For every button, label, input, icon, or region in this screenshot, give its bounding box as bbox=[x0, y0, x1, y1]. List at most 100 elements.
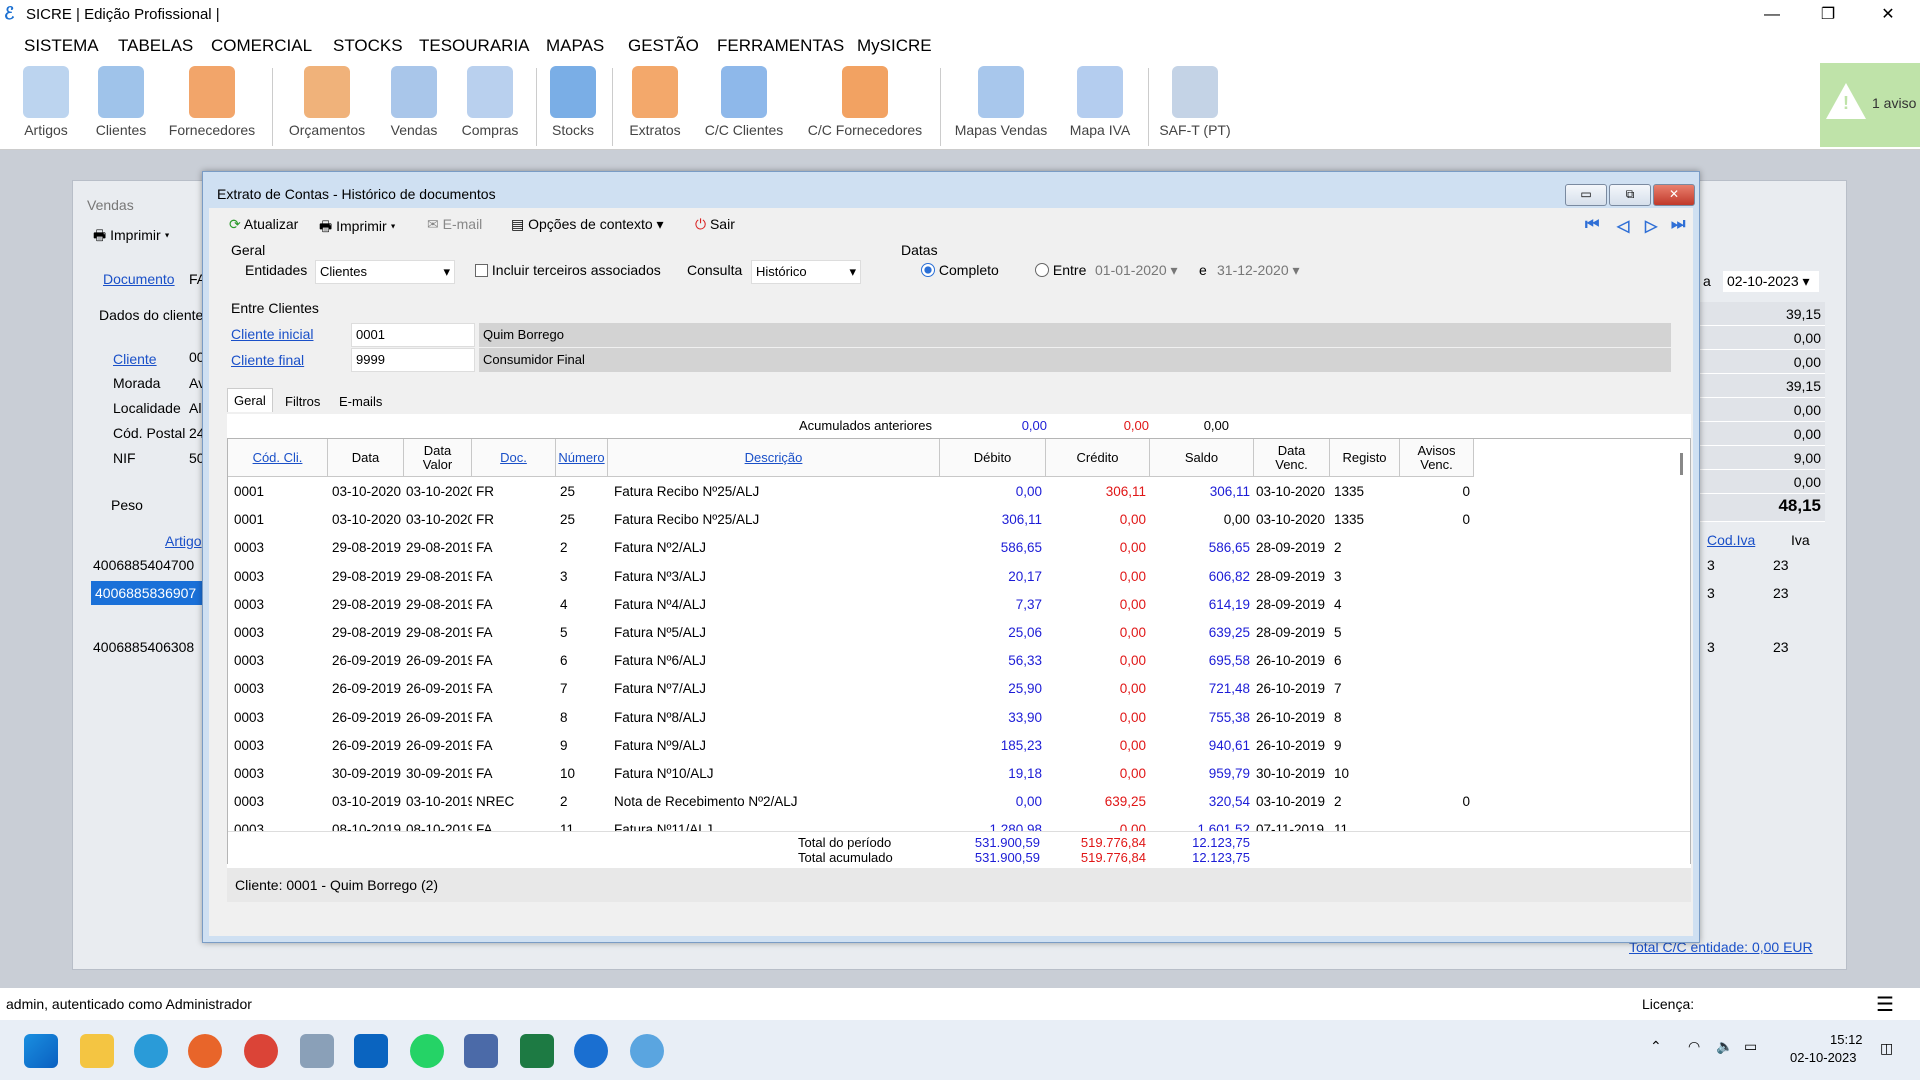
table-row[interactable]: 0003 26-09-2019 26-09-2019 FA 8 Fatura Nº8/AL… bbox=[228, 705, 1492, 733]
col-debito[interactable]: Débito bbox=[940, 439, 1046, 477]
ribbon-mapas-vendas-button[interactable]: Mapas Vendas bbox=[950, 66, 1052, 138]
ribbon-stocks-button[interactable]: Stocks bbox=[546, 66, 600, 138]
ribbon-vendas-button[interactable]: Vendas bbox=[384, 66, 444, 138]
data-inicio-field[interactable]: 01-01-2020 ▾ bbox=[1095, 262, 1178, 279]
table-row[interactable]: 0003 29-08-2019 29-08-2019 FA 3 Fatura Nº3/AL… bbox=[228, 564, 1492, 592]
ribbon-extratos-button[interactable]: Extratos bbox=[622, 66, 688, 138]
app-taskbar-icon[interactable] bbox=[630, 1034, 664, 1068]
bg-imprimir-button[interactable]: 🖶 Imprimir ▾ bbox=[93, 225, 170, 249]
bg-cod-iva-header[interactable]: Cod.Iva bbox=[1707, 532, 1755, 548]
ribbon-compras-button[interactable]: Compras bbox=[458, 66, 522, 138]
cliente-final-input[interactable]: 9999 bbox=[351, 348, 475, 372]
table-row[interactable]: 0003 26-09-2019 26-09-2019 FA 6 Fatura Nº6/AL… bbox=[228, 648, 1492, 676]
tab-filtros[interactable]: Filtros bbox=[279, 390, 326, 413]
bg-item-row-selected[interactable]: 4006885836907 bbox=[91, 581, 203, 605]
incluir-terceiros-checkbox[interactable]: Incluir terceiros associados bbox=[475, 262, 661, 278]
col-numero[interactable]: Número bbox=[556, 439, 608, 477]
table-row[interactable]: 0003 29-08-2019 29-08-2019 FA 4 Fatura Nº4/AL… bbox=[228, 592, 1492, 620]
sicre-taskbar-icon[interactable] bbox=[574, 1034, 608, 1068]
table-row[interactable]: 0003 03-10-2019 03-10-2019 NREC 2 Nota de Rec… bbox=[228, 789, 1492, 817]
bg-data-field[interactable]: 02-10-2023 ▾ bbox=[1723, 271, 1819, 292]
aviso-notification[interactable]: 1 aviso bbox=[1820, 63, 1920, 147]
battery-icon[interactable]: ▭ bbox=[1744, 1038, 1757, 1055]
cliente-final-link[interactable]: Cliente final bbox=[231, 352, 304, 368]
col-doc[interactable]: Doc. bbox=[472, 439, 556, 477]
table-row[interactable]: 0003 29-08-2019 29-08-2019 FA 5 Fatura Nº5/AL… bbox=[228, 620, 1492, 648]
table-row[interactable]: 0003 26-09-2019 26-09-2019 FA 7 Fatura Nº7/AL… bbox=[228, 676, 1492, 704]
col-descricao[interactable]: Descrição bbox=[608, 439, 940, 477]
table-row[interactable]: 0003 26-09-2019 26-09-2019 FA 9 Fatura Nº9/AL… bbox=[228, 733, 1492, 761]
menu-sistema[interactable]: SISTEMA bbox=[24, 36, 99, 56]
data-fim-field[interactable]: 31-12-2020 ▾ bbox=[1217, 262, 1300, 279]
menu-stocks[interactable]: STOCKS bbox=[333, 36, 403, 56]
close-button[interactable]: ✕ bbox=[1860, 0, 1916, 30]
ribbon-fornecedores-button[interactable]: Fornecedores bbox=[164, 66, 260, 138]
restore-button[interactable]: ❐ bbox=[1800, 0, 1856, 30]
consulta-select[interactable]: Histórico ▾ bbox=[751, 260, 861, 284]
bg-artigo-link[interactable]: Artigo bbox=[165, 533, 202, 549]
whatsapp-icon[interactable] bbox=[410, 1034, 444, 1068]
ribbon-mapa-iva-button[interactable]: Mapa IVA bbox=[1064, 66, 1136, 138]
table-row[interactable]: 0003 30-09-2019 30-09-2019 FA 10 Fatura Nº10/… bbox=[228, 761, 1492, 789]
dialog-minimize-button[interactable]: ▭ bbox=[1565, 184, 1607, 206]
ribbon-clientes-button[interactable]: Clientes bbox=[90, 66, 152, 138]
next-record-icon[interactable]: ▷ bbox=[1645, 216, 1657, 236]
last-record-icon[interactable]: ⏭ bbox=[1671, 216, 1685, 234]
ribbon-orcamentos-button[interactable]: Orçamentos bbox=[282, 66, 372, 138]
ribbon-cc-clientes-button[interactable]: C/C Clientes bbox=[700, 66, 788, 138]
bg-item-row[interactable]: 4006885406308 bbox=[93, 639, 194, 655]
dialog-close-button[interactable]: ✕ bbox=[1653, 184, 1695, 206]
grid-scrollbar-thumb[interactable] bbox=[1680, 453, 1683, 475]
col-credito[interactable]: Crédito bbox=[1046, 439, 1150, 477]
col-data[interactable]: Data bbox=[328, 439, 404, 477]
notification-icon[interactable]: ◫ bbox=[1880, 1040, 1893, 1057]
menu-mysicre[interactable]: MySICRE bbox=[857, 36, 932, 56]
grid-scrollbar[interactable] bbox=[1674, 439, 1690, 829]
col-avisos-venc[interactable]: Avisos Venc. bbox=[1400, 439, 1474, 477]
imprimir-button[interactable]: 🖶 Imprimir ▾ bbox=[319, 216, 396, 240]
entre-radio[interactable]: Entre bbox=[1035, 262, 1086, 278]
file-explorer-icon[interactable] bbox=[80, 1034, 114, 1068]
edge-icon[interactable] bbox=[134, 1034, 168, 1068]
menu-mapas[interactable]: MAPAS bbox=[546, 36, 604, 56]
menu-tesouraria[interactable]: TESOURARIA bbox=[419, 36, 530, 56]
ribbon-artigos-button[interactable]: Artigos bbox=[18, 66, 74, 138]
clock-time[interactable]: 15:12 bbox=[1830, 1032, 1863, 1047]
firefox-icon[interactable] bbox=[188, 1034, 222, 1068]
col-saldo[interactable]: Saldo bbox=[1150, 439, 1254, 477]
atualizar-button[interactable]: ⟳ Atualizar bbox=[229, 216, 298, 233]
col-cod-cli[interactable]: Cód. Cli. bbox=[228, 439, 328, 477]
menu-gestao[interactable]: GESTÃO bbox=[628, 36, 699, 56]
bg-item-row[interactable]: 4006885404700 bbox=[93, 557, 194, 573]
excel-icon[interactable] bbox=[520, 1034, 554, 1068]
cliente-inicial-link[interactable]: Cliente inicial bbox=[231, 326, 313, 342]
minimize-button[interactable]: — bbox=[1744, 0, 1800, 30]
table-row[interactable]: 0001 03-10-2020 03-10-2020 FR 25 Fatura Recib… bbox=[228, 507, 1492, 535]
wifi-icon[interactable]: ◠ bbox=[1688, 1038, 1700, 1055]
tab-geral[interactable]: Geral bbox=[227, 388, 273, 412]
clock-date[interactable]: 02-10-2023 bbox=[1790, 1050, 1857, 1065]
email-button[interactable]: ✉ E-mail bbox=[427, 216, 482, 233]
cliente-inicial-input[interactable]: 0001 bbox=[351, 323, 475, 347]
first-record-icon[interactable]: ⏮ bbox=[1585, 216, 1599, 234]
volume-icon[interactable]: 🔈 bbox=[1716, 1038, 1733, 1055]
ribbon-cc-fornecedores-button[interactable]: C/C Fornecedores bbox=[800, 66, 930, 138]
menu-comercial[interactable]: COMERCIAL bbox=[211, 36, 312, 56]
prev-record-icon[interactable]: ◁ bbox=[1617, 216, 1629, 236]
chrome-icon[interactable] bbox=[244, 1034, 278, 1068]
table-row[interactable]: 0001 03-10-2020 03-10-2020 FR 25 Fatura Recib… bbox=[228, 479, 1492, 507]
hamburger-menu-icon[interactable]: ☰ bbox=[1876, 992, 1894, 1017]
dialog-maximize-button[interactable]: ⧉ bbox=[1609, 184, 1651, 206]
col-data-valor[interactable]: Data Valor bbox=[404, 439, 472, 477]
chevron-up-icon[interactable]: ⌃ bbox=[1650, 1038, 1662, 1055]
col-data-venc[interactable]: Data Venc. bbox=[1254, 439, 1330, 477]
bg-cliente-link[interactable]: Cliente bbox=[113, 351, 157, 367]
table-row[interactable]: 0003 29-08-2019 29-08-2019 FA 2 Fatura Nº2/AL… bbox=[228, 535, 1492, 563]
remote-desktop-icon[interactable] bbox=[464, 1034, 498, 1068]
menu-tabelas[interactable]: TABELAS bbox=[118, 36, 193, 56]
col-registo[interactable]: Registo bbox=[1330, 439, 1400, 477]
outlook-icon[interactable] bbox=[354, 1034, 388, 1068]
menu-ferramentas[interactable]: FERRAMENTAS bbox=[717, 36, 844, 56]
ribbon-saft-button[interactable]: SAF-T (PT) bbox=[1158, 66, 1232, 138]
tab-emails[interactable]: E-mails bbox=[333, 390, 388, 413]
